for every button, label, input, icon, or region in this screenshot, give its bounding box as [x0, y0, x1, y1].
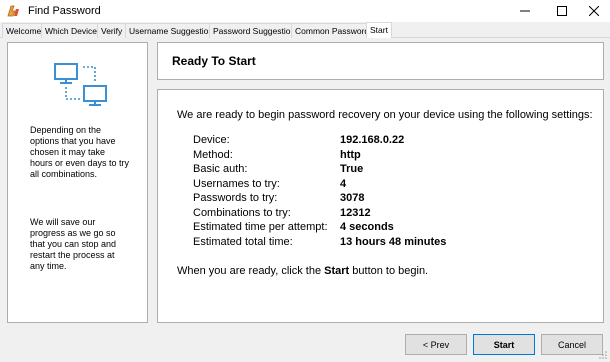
prev-button[interactable]: < Prev: [405, 334, 467, 355]
outro-pre: When you are ready, click the: [177, 265, 325, 277]
setting-label: Estimated time per attempt:: [193, 221, 328, 233]
page-title: Ready To Start: [172, 54, 256, 68]
setting-value: http: [340, 148, 361, 161]
maximize-icon: [557, 6, 567, 16]
setting-label: Passwords to try:: [193, 192, 278, 204]
setting-value: 3078: [340, 192, 365, 204]
main-panel: We are ready to begin password recovery …: [157, 89, 604, 323]
title-bar: Find Password: [0, 0, 610, 22]
setting-label: Combinations to try:: [193, 206, 291, 219]
tab-strip: Welcome Which Device Verify Username Sug…: [0, 22, 610, 38]
setting-label: Usernames to try:: [193, 177, 280, 190]
tab-username-suggestions[interactable]: Username Suggestions: [125, 23, 222, 38]
app-logo-icon: [7, 5, 19, 17]
outro-start-word: Start: [324, 265, 350, 277]
outro-text: When you are ready, click the Start butt…: [177, 265, 428, 277]
button-bar: < Prev Start Cancel: [0, 325, 610, 362]
setting-label: Device:: [193, 134, 230, 146]
info-text-duration: Depending on the options that you have c…: [30, 125, 130, 179]
setting-value: 4: [340, 177, 347, 190]
start-button[interactable]: Start: [473, 334, 535, 355]
resize-grip-icon[interactable]: [598, 350, 608, 360]
tab-verify[interactable]: Verify: [97, 23, 127, 38]
tab-start[interactable]: Start: [366, 22, 392, 38]
tab-which-device[interactable]: Which Device: [41, 23, 101, 38]
tab-common-passwords[interactable]: Common Passwords: [291, 23, 378, 38]
setting-value: 4 seconds: [340, 221, 394, 233]
setting-label: Estimated total time:: [193, 235, 293, 248]
window-title: Find Password: [28, 5, 101, 17]
info-panel: Depending on the options that you have c…: [7, 42, 148, 323]
minimize-icon: [520, 10, 530, 12]
outro-post: button to begin.: [349, 265, 429, 277]
setting-label: Basic auth:: [193, 163, 248, 175]
setting-value: True: [340, 163, 364, 175]
close-icon: [589, 6, 599, 16]
setting-value: 12312: [340, 206, 371, 219]
tab-welcome[interactable]: Welcome: [2, 23, 46, 38]
info-text-progress: We will save our progress as we go so th…: [30, 217, 117, 271]
setting-value: 192.168.0.22: [340, 134, 405, 146]
minimize-button[interactable]: [505, 0, 545, 22]
tab-password-suggestions[interactable]: Password Suggestions: [209, 23, 304, 38]
setting-value: 13 hours 48 minutes: [340, 235, 447, 248]
header-panel: Ready To Start: [157, 42, 604, 80]
close-button[interactable]: [574, 0, 610, 22]
intro-text: We are ready to begin password recovery …: [177, 109, 593, 121]
setting-label: Method:: [193, 148, 233, 161]
cancel-button[interactable]: Cancel: [541, 334, 603, 355]
network-devices-icon: [54, 63, 107, 106]
